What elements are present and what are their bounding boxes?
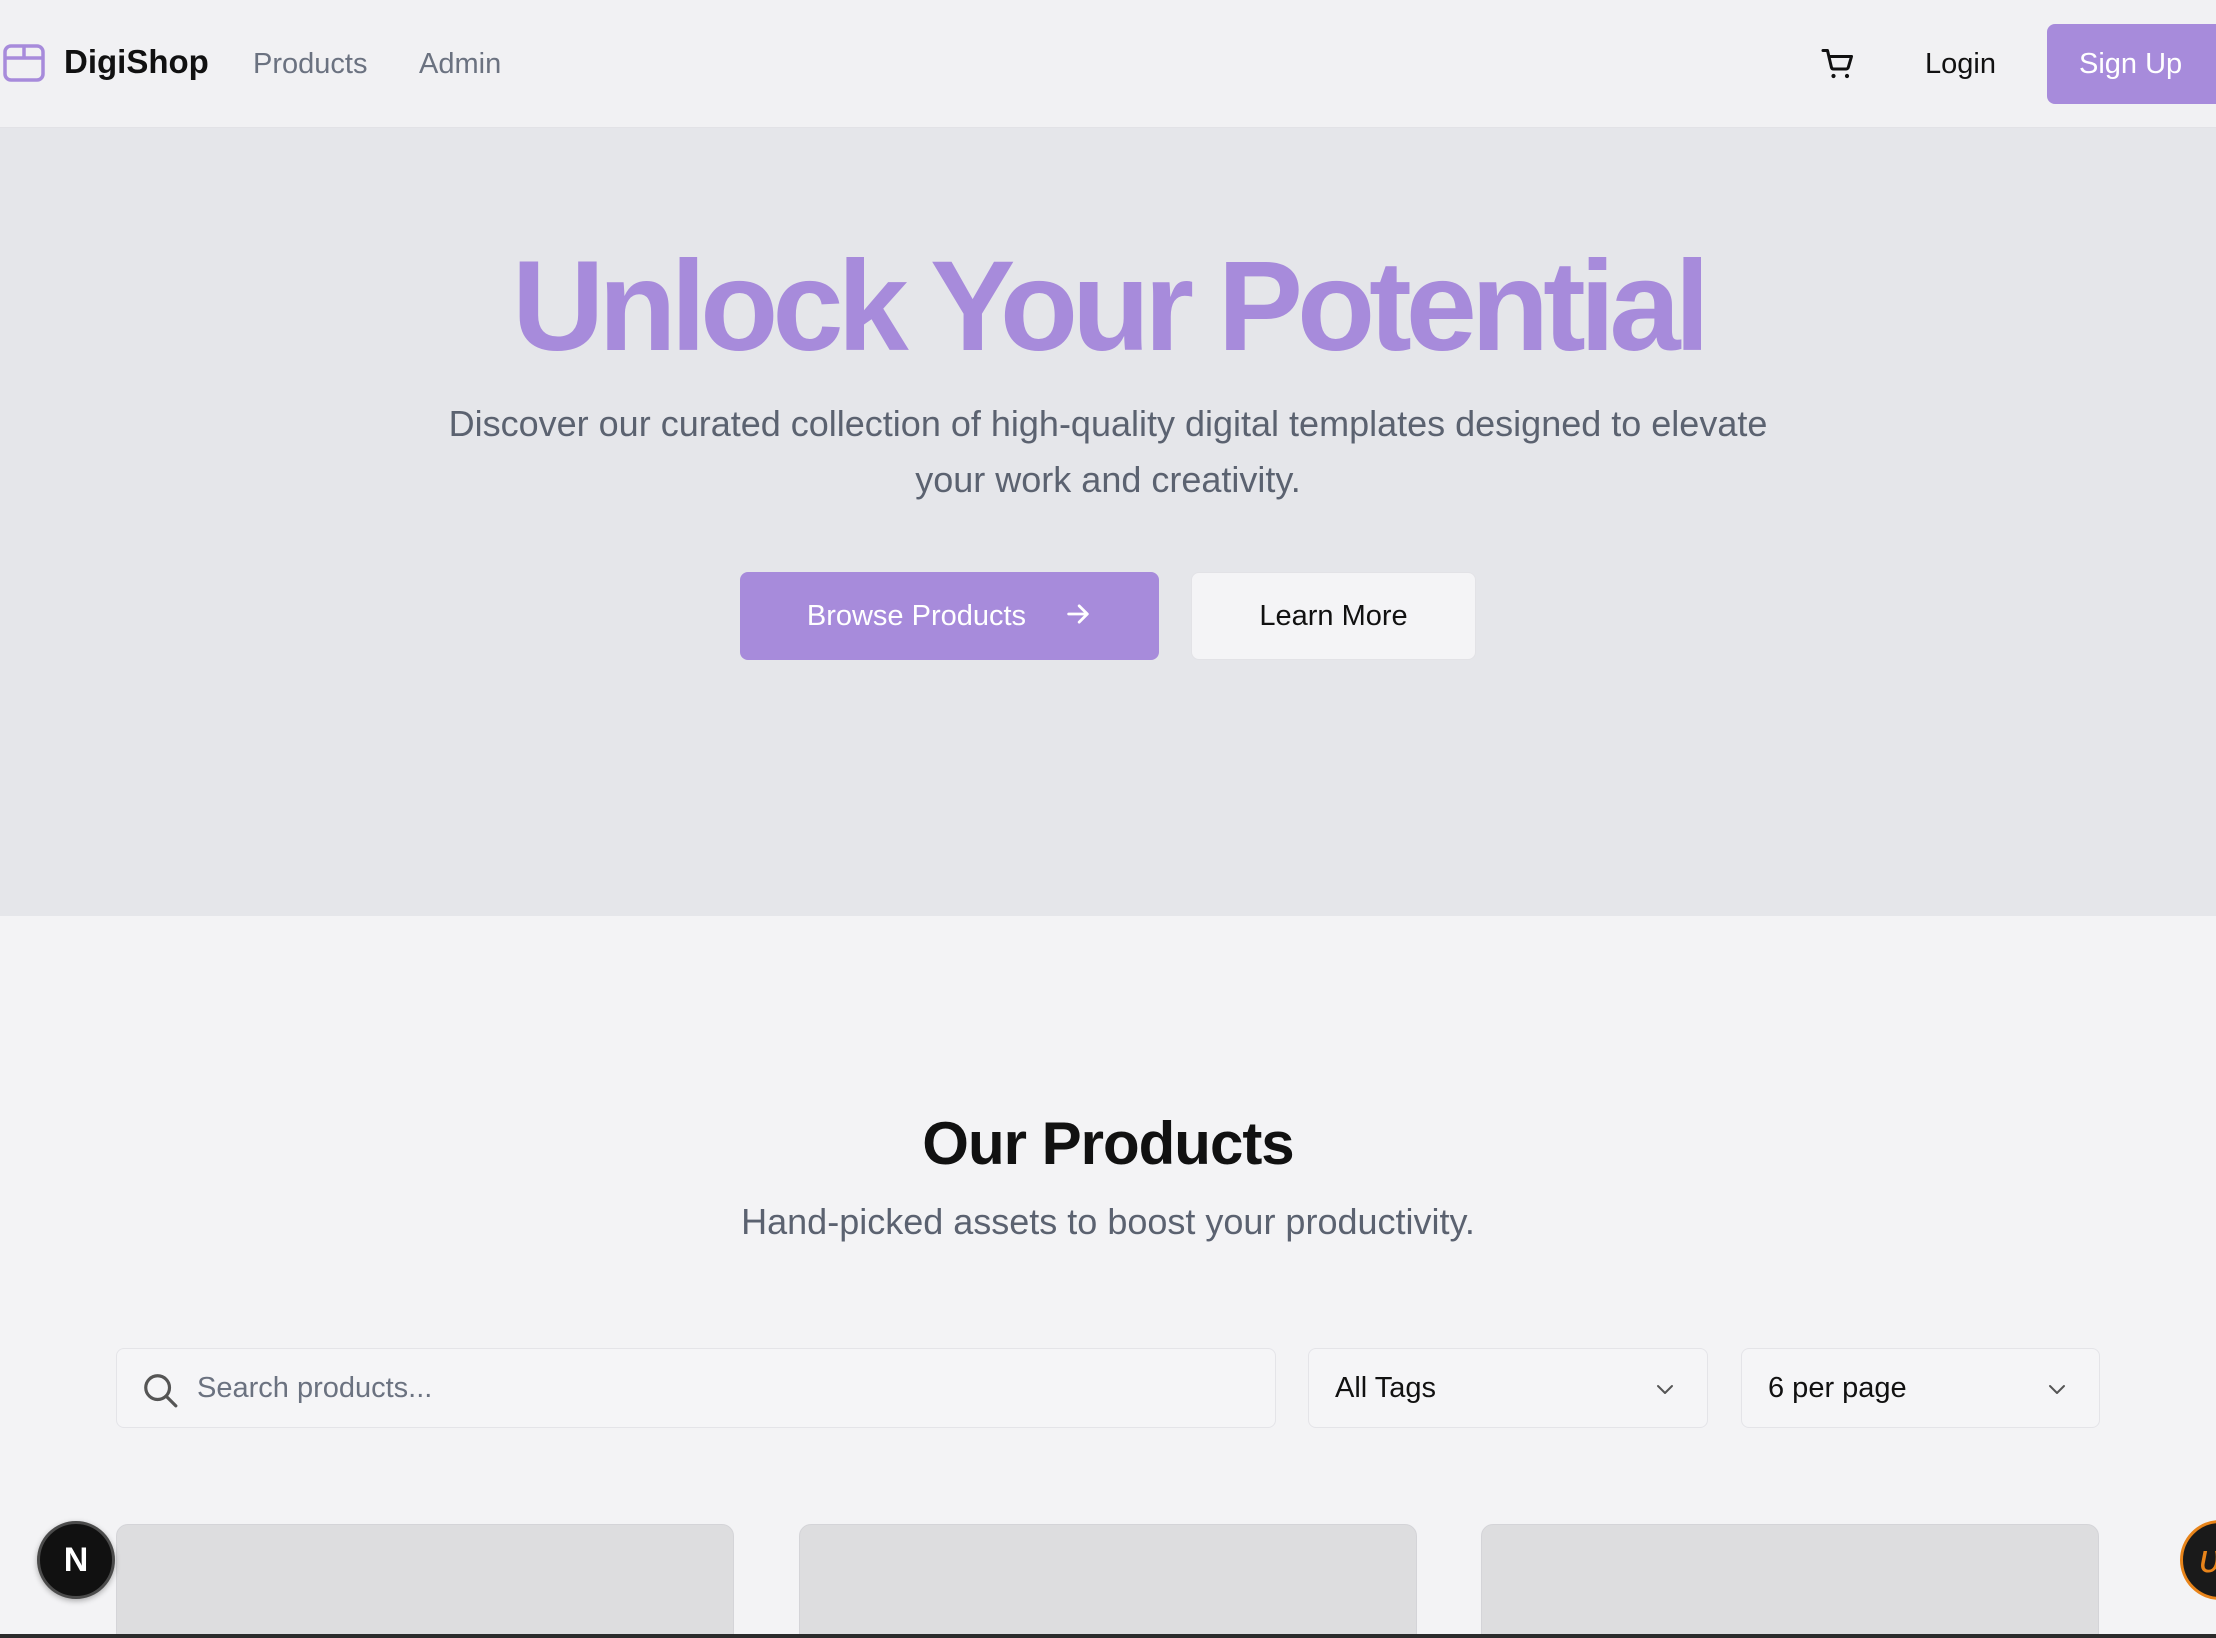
browse-products-button[interactable]: Browse Products [740,572,1159,660]
products-subtitle: Hand-picked assets to boost your product… [741,1201,1475,1242]
hero-title: Unlock Your Potential [511,235,1710,378]
window-bottom-border [0,1634,2216,1638]
product-card-placeholder[interactable] [1481,1524,2099,1638]
nav-link-admin[interactable]: Admin [419,44,501,84]
product-card-placeholder[interactable] [799,1524,1417,1638]
signup-button[interactable]: Sign Up [2047,24,2216,104]
search-input[interactable] [197,1349,1257,1427]
brand-name: DigiShop [64,43,209,80]
search-icon [144,1374,178,1408]
brand-logo[interactable]: DigiShop [2,40,209,84]
browse-products-label: Browse Products [806,600,1027,632]
corner-badge-glyph: ʋ [2199,1537,2216,1582]
hero-section: Unlock Your Potential Discover our curat… [0,128,2216,916]
login-link[interactable]: Login [1925,44,1996,84]
chevron-down-icon [1657,1385,1673,1394]
top-navbar: DigiShop Products Admin Login Sign Up [0,0,2216,128]
learn-more-button[interactable]: Learn More [1191,572,1476,660]
tags-select-value: All Tags [1335,1372,1437,1404]
cart-icon[interactable] [1820,46,1856,82]
products-title: Our Products [922,1110,1294,1177]
nav-link-products[interactable]: Products [253,44,367,84]
arrow-right-icon [1067,604,1089,624]
package-icon [3,44,45,82]
per-page-select-value: 6 per page [1768,1372,1907,1404]
page: DigiShop Products Admin Login Sign Up Un… [0,0,2216,1638]
nextjs-devtools-button[interactable]: N [37,1521,115,1599]
chevron-down-icon [2049,1385,2065,1394]
hero-subtitle: Discover our curated collection of high-… [448,403,1768,500]
tags-select[interactable]: All Tags [1308,1348,1708,1428]
per-page-select[interactable]: 6 per page [1741,1348,2100,1428]
search-box [116,1348,1276,1428]
product-card-placeholder[interactable] [116,1524,734,1638]
products-section: Our Products Hand-picked assets to boost… [0,916,2216,1638]
